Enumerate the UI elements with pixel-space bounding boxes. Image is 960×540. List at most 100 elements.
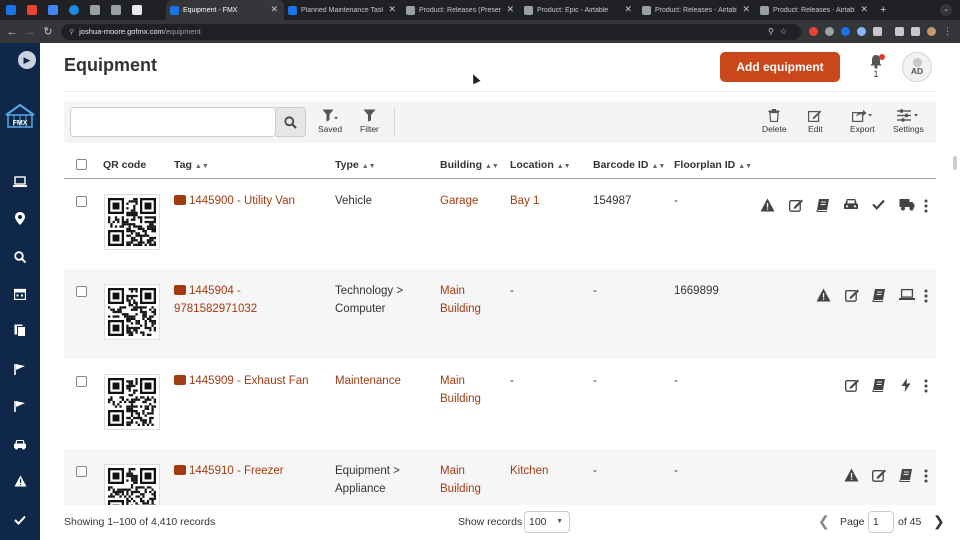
sidebar-item-calendar[interactable] (0, 285, 40, 307)
location-link[interactable]: Kitchen (510, 462, 585, 480)
edit-icon[interactable] (872, 468, 888, 484)
export-button[interactable]: Export (850, 109, 875, 134)
tab-product-releases-presentation[interactable]: Product: Releases (Presentat ✕ (402, 0, 520, 20)
select-all-checkbox[interactable] (76, 159, 87, 170)
close-icon[interactable]: ✕ (860, 4, 868, 15)
omnibox-actions[interactable]: ⚲☆ (768, 27, 793, 36)
download-icon[interactable] (895, 27, 904, 36)
previous-page-button[interactable]: ❮ (818, 513, 830, 530)
building-link[interactable]: Main Building (440, 372, 502, 408)
reader-icon[interactable] (90, 5, 100, 15)
url-field[interactable]: ⚲ joshua-moore.gofmx.com/equipment ⚲☆ (61, 23, 801, 40)
column-building[interactable]: Building ▲▼ (440, 159, 499, 171)
show-records-select[interactable]: 100 ▼ (524, 511, 570, 533)
extension-icon[interactable] (841, 27, 850, 36)
side-panel-icon[interactable] (911, 27, 920, 36)
column-location[interactable]: Location ▲▼ (510, 159, 571, 171)
sidebar-item-tasks[interactable] (0, 510, 40, 532)
next-page-button[interactable]: ❯ (933, 513, 945, 530)
column-floorplan-id[interactable]: Floorplan ID ▲▼ (674, 159, 752, 171)
book-icon[interactable] (899, 468, 915, 484)
sidebar-item-search[interactable] (0, 248, 40, 270)
column-barcode-id[interactable]: Barcode ID ▲▼ (593, 159, 665, 171)
edit-button[interactable]: Edit (808, 109, 823, 134)
row-checkbox[interactable] (76, 196, 87, 207)
search-input[interactable] (70, 107, 276, 137)
car-icon[interactable] (843, 198, 859, 214)
sidebar-item-requests[interactable] (0, 360, 40, 382)
equipment-tag-link[interactable]: 1445904 - 9781582971032 (174, 282, 324, 318)
forward-icon[interactable]: → (21, 26, 39, 38)
extension-icon[interactable] (809, 27, 818, 36)
more-actions-icon[interactable] (918, 288, 934, 304)
settings-button[interactable]: Settings (893, 109, 924, 134)
fmx-logo[interactable]: FMX (4, 101, 36, 131)
book-icon[interactable] (872, 378, 888, 394)
table-row[interactable]: 1445904 - 9781582971032 Technology > Com… (64, 269, 936, 359)
check-icon[interactable] (872, 198, 888, 214)
sidebar-item-vehicles[interactable] (0, 435, 40, 457)
puzzle-icon[interactable] (873, 27, 882, 36)
column-type[interactable]: Type ▲▼ (335, 159, 376, 171)
close-icon[interactable]: ✕ (624, 4, 632, 15)
equipment-tag-link[interactable]: 1445909 - Exhaust Fan (174, 372, 324, 390)
more-actions-icon[interactable] (918, 468, 934, 484)
row-checkbox[interactable] (76, 376, 87, 387)
equipment-tag-link[interactable]: 1445910 - Freezer (174, 462, 324, 480)
more-actions-icon[interactable] (918, 198, 934, 214)
close-icon[interactable]: ✕ (506, 4, 514, 15)
truck-icon[interactable] (899, 198, 915, 214)
new-tab-icon[interactable]: + (880, 4, 886, 16)
reload-icon[interactable]: ↻ (39, 25, 57, 38)
edit-icon[interactable] (789, 198, 805, 214)
tab-product-releases-2[interactable]: Product: Releases - Airtable ✕ (756, 0, 874, 20)
close-icon[interactable]: ✕ (270, 4, 278, 15)
extension-icon[interactable] (825, 27, 834, 36)
column-tag[interactable]: Tag ▲▼ (174, 159, 209, 171)
s-icon[interactable] (6, 5, 16, 15)
tab-search-icon[interactable]: ⌄ (940, 4, 952, 16)
sidebar-item-equipment[interactable] (0, 173, 40, 195)
edit-icon[interactable] (845, 288, 861, 304)
warning-icon[interactable] (760, 198, 776, 214)
sidebar-item-incidents[interactable] (0, 472, 40, 494)
laptop-icon[interactable] (899, 288, 915, 304)
docs-icon[interactable] (48, 5, 58, 15)
warning-icon[interactable] (816, 288, 832, 304)
row-checkbox[interactable] (76, 466, 87, 477)
tab-product-epic[interactable]: Product: Epic - Airtable ✕ (520, 0, 638, 20)
calendar-icon[interactable] (132, 5, 142, 15)
row-checkbox[interactable] (76, 286, 87, 297)
gmail-icon[interactable] (27, 5, 37, 15)
equipment-tag-link[interactable]: 1445900 - Utility Van (174, 192, 324, 210)
search-button[interactable] (276, 107, 306, 137)
close-icon[interactable]: ✕ (388, 4, 396, 15)
menu-icon[interactable]: ⋮ (943, 26, 952, 37)
expand-sidebar-button[interactable]: ▶ (18, 51, 36, 69)
more-actions-icon[interactable] (918, 378, 934, 394)
tab-product-releases-1[interactable]: Product: Releases - Airtable ✕ (638, 0, 756, 20)
saved-filters-button[interactable]: Saved (318, 109, 342, 134)
close-icon[interactable]: ✕ (742, 4, 750, 15)
p-icon[interactable] (111, 5, 121, 15)
site-info-icon[interactable]: ⚲ (69, 28, 74, 36)
book-icon[interactable] (872, 288, 888, 304)
bolt-icon[interactable] (901, 378, 917, 394)
filter-button[interactable]: Filter (360, 109, 379, 134)
qr-code[interactable] (104, 194, 160, 250)
back-icon[interactable]: ← (3, 26, 21, 38)
page-number-input[interactable]: 1 (868, 511, 894, 533)
sync-icon[interactable] (69, 5, 79, 15)
sidebar-item-locations[interactable] (0, 210, 40, 232)
warning-icon[interactable] (844, 468, 860, 484)
location-link[interactable]: Bay 1 (510, 192, 585, 210)
add-equipment-button[interactable]: Add equipment (720, 52, 840, 82)
profile-icon[interactable] (927, 27, 936, 36)
avatar[interactable]: AD (902, 52, 932, 82)
delete-button[interactable]: Delete (762, 109, 787, 134)
notifications-button[interactable]: 1 (866, 54, 886, 82)
table-row[interactable]: 1445909 - Exhaust Fan Maintenance Main B… (64, 359, 936, 449)
book-icon[interactable] (816, 198, 832, 214)
type-link[interactable]: Maintenance (335, 372, 430, 390)
table-row[interactable]: 1445900 - Utility Van Vehicle Garage Bay… (64, 179, 936, 269)
